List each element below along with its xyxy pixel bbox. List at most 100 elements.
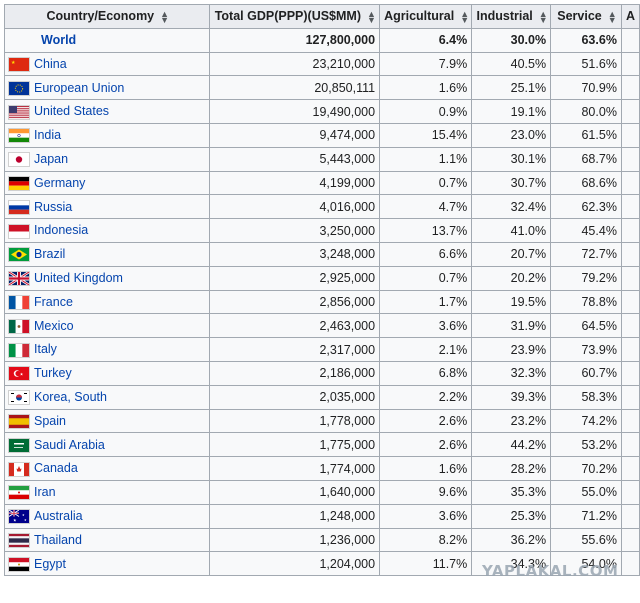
country-cell: Saudi Arabia (4, 432, 210, 458)
header-agricultural[interactable]: Agricultural ▲ ▼ (379, 4, 473, 29)
gdp-cell: 3,250,000 (208, 218, 381, 243)
service-cell: 61.5% (550, 122, 622, 148)
egypt-flag-icon (9, 557, 29, 571)
country-cell: United States (4, 99, 210, 124)
cut-column-cell (620, 27, 640, 53)
gdp-cell: 2,317,000 (208, 337, 381, 362)
agricultural-cell: 1.6% (379, 75, 473, 101)
country-link[interactable]: Thailand (34, 533, 82, 547)
sort-arrows-icon[interactable]: ▲ ▼ (367, 10, 376, 25)
header-industrial[interactable]: Industrial ▲ ▼ (471, 4, 552, 29)
service-cell: 63.6% (550, 27, 622, 53)
header-service[interactable]: Service ▲ ▼ (550, 4, 622, 29)
cut-column-cell (620, 75, 640, 101)
gdp-cell: 1,236,000 (208, 527, 381, 553)
table-row: ★ ★ ★ Australia 1,248,000 3.6% 25.3% 71.2% (4, 503, 640, 529)
gdp-cell: 2,856,000 (208, 289, 381, 315)
header-cut-column[interactable]: A (620, 4, 640, 29)
country-link[interactable]: Japan (34, 152, 68, 166)
gdp-cell: 5,443,000 (208, 146, 381, 172)
country-cell: Korea, South (4, 384, 210, 410)
service-cell: 58.3% (550, 384, 622, 410)
service-cell: 70.2% (550, 456, 622, 481)
country-link[interactable]: Turkey (34, 366, 72, 380)
country-link[interactable]: Spain (34, 414, 66, 428)
country-link[interactable]: Egypt (34, 557, 66, 571)
table-row: World 127,800,000 6.4% 30.0% 63.6% (4, 27, 640, 53)
country-link[interactable]: Iran (34, 485, 56, 499)
table-row: Russia 4,016,000 4.7% 32.4% 62.3% (4, 194, 640, 220)
service-cell: 68.6% (550, 170, 622, 196)
industrial-cell: 20.7% (471, 241, 552, 267)
agricultural-cell: 0.7% (379, 265, 473, 291)
country-link[interactable]: Saudi Arabia (34, 438, 105, 452)
industrial-cell: 23.9% (471, 337, 552, 362)
agricultural-cell: 9.6% (379, 479, 473, 505)
cut-column-cell (620, 289, 640, 315)
industrial-cell: 19.5% (471, 289, 552, 315)
country-link[interactable]: India (34, 128, 61, 142)
service-cell: 55.0% (550, 479, 622, 505)
eu-flag-icon (9, 81, 29, 95)
country-link[interactable]: Korea, South (34, 390, 107, 404)
country-link[interactable]: Australia (34, 509, 83, 523)
country-cell: Iran (4, 479, 210, 505)
russia-flag-icon (9, 200, 29, 214)
cut-column-cell (620, 218, 640, 243)
service-cell: 79.2% (550, 265, 622, 291)
cut-column-cell (620, 241, 640, 267)
country-link[interactable]: Indonesia (34, 223, 88, 237)
table-row: France 2,856,000 1.7% 19.5% 78.8% (4, 289, 640, 315)
industrial-cell: 20.2% (471, 265, 552, 291)
country-link[interactable]: World (41, 33, 76, 47)
table-row: Mexico 2,463,000 3.6% 31.9% 64.5% (4, 313, 640, 339)
gdp-cell: 2,186,000 (208, 360, 381, 386)
gdp-cell: 2,463,000 (208, 313, 381, 339)
cut-column-cell (620, 265, 640, 291)
country-link[interactable]: Italy (34, 342, 57, 356)
agricultural-cell: 2.2% (379, 384, 473, 410)
country-link[interactable]: Russia (34, 200, 72, 214)
country-link[interactable]: Brazil (34, 247, 65, 261)
country-cell: Germany (4, 170, 210, 196)
gdp-cell: 1,248,000 (208, 503, 381, 529)
header-country[interactable]: Country/Economy ▲ ▼ (4, 4, 210, 29)
country-link[interactable]: China (34, 57, 67, 71)
cut-column-cell (620, 456, 640, 481)
country-link[interactable]: United States (34, 104, 109, 118)
sort-arrows-icon[interactable]: ▲ ▼ (160, 10, 169, 25)
italy-flag-icon (9, 343, 29, 357)
cut-column-cell (620, 551, 640, 577)
gdp-cell: 3,248,000 (208, 241, 381, 267)
country-cell: Egypt (4, 551, 210, 577)
country-link[interactable]: Germany (34, 176, 85, 190)
cut-column-cell (620, 408, 640, 434)
country-cell: Spain (4, 408, 210, 434)
cut-column-cell (620, 479, 640, 505)
gdp-sector-table: Country/Economy ▲ ▼ Total GDP(PPP)(US$MM) ▲… (4, 4, 640, 577)
country-link[interactable]: Canada (34, 461, 78, 475)
country-cell: ★ ★ ★ Australia (4, 503, 210, 529)
sort-arrows-icon[interactable]: ▲ ▼ (539, 10, 548, 25)
country-link[interactable]: France (34, 295, 73, 309)
industrial-cell: 44.2% (471, 432, 552, 458)
industrial-cell: 30.1% (471, 146, 552, 172)
industrial-cell: 35.3% (471, 479, 552, 505)
table-row: Indonesia 3,250,000 13.7% 41.0% 45.4% (4, 218, 640, 243)
table-row: Germany 4,199,000 0.7% 30.7% 68.6% (4, 170, 640, 196)
table-header-row: Country/Economy ▲ ▼ Total GDP(PPP)(US$MM) ▲… (4, 4, 640, 29)
table-row: ★ China 23,210,000 7.9% 40.5% 51.6% (4, 51, 640, 77)
sort-arrows-icon[interactable]: ▲ ▼ (608, 10, 617, 25)
country-cell: France (4, 289, 210, 315)
country-link[interactable]: United Kingdom (34, 271, 123, 285)
service-cell: 45.4% (550, 218, 622, 243)
header-gdp[interactable]: Total GDP(PPP)(US$MM) ▲ ▼ (208, 4, 381, 29)
gdp-cell: 9,474,000 (208, 122, 381, 148)
country-link[interactable]: Mexico (34, 319, 74, 333)
gdp-cell: 20,850,111 (208, 75, 381, 101)
sort-arrows-icon[interactable]: ▲ ▼ (460, 10, 469, 25)
country-cell: Italy (4, 337, 210, 362)
indonesia-flag-icon (9, 224, 29, 238)
country-link[interactable]: European Union (34, 81, 124, 95)
cut-column-cell (620, 313, 640, 339)
